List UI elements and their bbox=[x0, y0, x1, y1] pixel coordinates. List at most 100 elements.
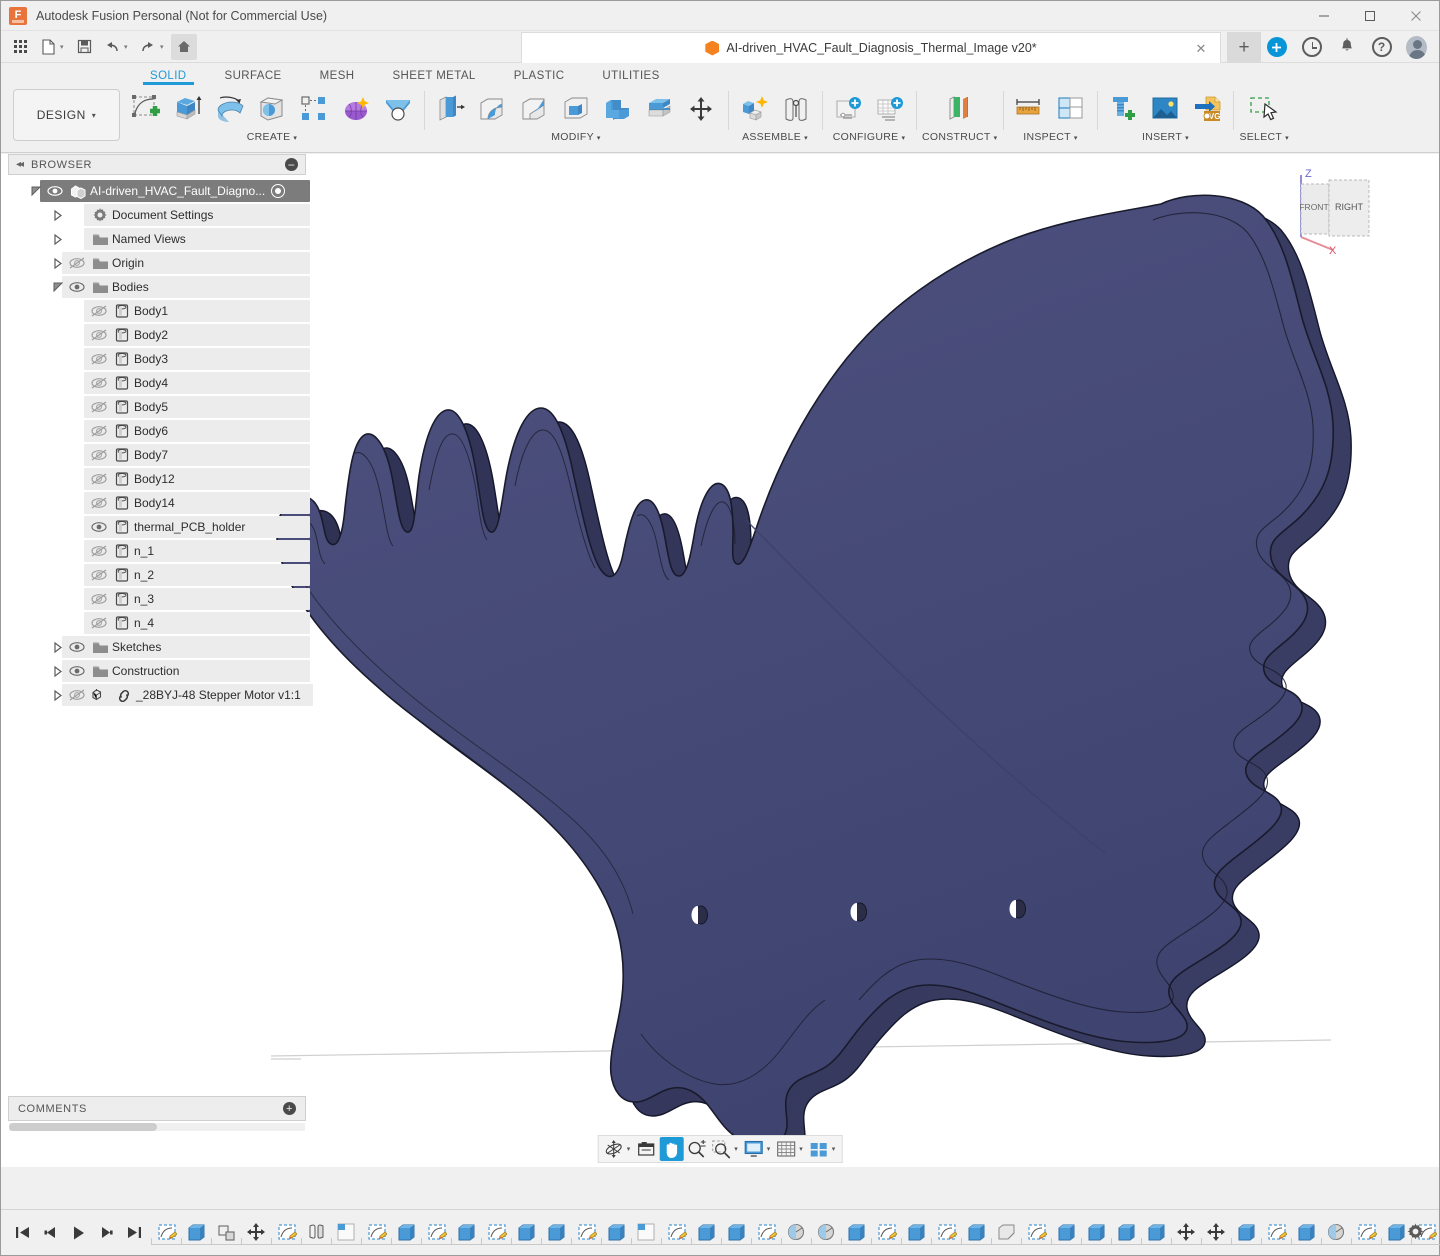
job-status-clock-icon[interactable] bbox=[1301, 37, 1322, 58]
timeline-feature-extrude[interactable] bbox=[721, 1218, 751, 1248]
pattern-icon[interactable] bbox=[294, 88, 334, 130]
notifications-bell-icon[interactable] bbox=[1336, 37, 1357, 58]
grid-settings-icon[interactable] bbox=[774, 1137, 798, 1161]
browser-horizontal-scrollbar[interactable] bbox=[9, 1123, 305, 1131]
timeline-feature-sketch[interactable] bbox=[151, 1218, 181, 1248]
timeline-feature-extrude[interactable] bbox=[601, 1218, 631, 1248]
revolve-icon[interactable] bbox=[210, 88, 250, 130]
document-tab[interactable]: AI-driven_HVAC_Fault_Diagnosis_Thermal_I… bbox=[521, 32, 1221, 63]
timeline-feature-sketch[interactable] bbox=[751, 1218, 781, 1248]
tree-node-n-3[interactable]: n_3 bbox=[8, 587, 310, 611]
combine-icon[interactable] bbox=[598, 88, 638, 130]
maximize-button[interactable] bbox=[1347, 1, 1393, 31]
create-sketch-icon[interactable] bbox=[126, 88, 166, 130]
loft-icon[interactable] bbox=[378, 88, 418, 130]
timeline-feature-sketch[interactable] bbox=[1351, 1218, 1381, 1248]
browser-minimize-icon[interactable]: − bbox=[285, 158, 298, 171]
visibility-eye-off-icon[interactable] bbox=[88, 449, 110, 461]
timeline-feature-sketch[interactable] bbox=[1261, 1218, 1291, 1248]
visibility-eye-icon[interactable] bbox=[88, 521, 110, 533]
visibility-eye-off-icon[interactable] bbox=[88, 401, 110, 413]
timeline-go-to-end-button[interactable] bbox=[125, 1223, 143, 1243]
timeline-feature-sketch[interactable] bbox=[661, 1218, 691, 1248]
timeline-feature-move-copy[interactable] bbox=[241, 1218, 271, 1248]
tree-node-body6[interactable]: Body6 bbox=[8, 419, 310, 443]
timeline-feature-extrude[interactable] bbox=[691, 1218, 721, 1248]
timeline-feature-sketch[interactable] bbox=[271, 1218, 301, 1248]
ribbon-group-modify-label[interactable]: MODIFY ▾ bbox=[551, 131, 600, 146]
ribbon-group-insert-label[interactable]: INSERT ▾ bbox=[1142, 131, 1189, 146]
timeline-feature-extrude[interactable] bbox=[1291, 1218, 1321, 1248]
tree-node-body5[interactable]: Body5 bbox=[8, 395, 310, 419]
tree-node-named-views[interactable]: Named Views bbox=[8, 227, 310, 251]
visibility-eye-off-icon[interactable] bbox=[88, 329, 110, 341]
timeline-step-back-button[interactable] bbox=[41, 1223, 59, 1243]
timeline-feature-sketch[interactable] bbox=[421, 1218, 451, 1248]
visibility-eye-icon[interactable] bbox=[44, 185, 66, 197]
tree-node-construction[interactable]: Construction bbox=[8, 659, 310, 683]
expand-arrow-icon[interactable] bbox=[50, 209, 66, 221]
grid-settings-caret-icon[interactable]: ▾ bbox=[799, 1145, 806, 1153]
timeline-feature-chamfer[interactable] bbox=[991, 1218, 1021, 1248]
ribbon-group-construct-label[interactable]: CONSTRUCT ▾ bbox=[922, 131, 997, 146]
insert-mcmaster-icon[interactable] bbox=[1103, 88, 1143, 130]
viewports-icon[interactable] bbox=[807, 1137, 831, 1161]
visibility-eye-off-icon[interactable] bbox=[88, 425, 110, 437]
tree-node-body4[interactable]: Body4 bbox=[8, 371, 310, 395]
section-analysis-icon[interactable] bbox=[1051, 88, 1091, 130]
tree-node-n-4[interactable]: n_4 bbox=[8, 611, 310, 635]
expand-arrow-icon[interactable] bbox=[50, 257, 66, 269]
visibility-eye-off-icon[interactable] bbox=[66, 689, 88, 701]
timeline-feature-sketch[interactable] bbox=[1021, 1218, 1051, 1248]
timeline-feature-extrude[interactable] bbox=[1111, 1218, 1141, 1248]
comments-panel[interactable]: COMMENTS + bbox=[8, 1096, 306, 1121]
insert-image-icon[interactable] bbox=[1145, 88, 1185, 130]
tree-node-body14[interactable]: Body14 bbox=[8, 491, 310, 515]
visibility-eye-off-icon[interactable] bbox=[88, 593, 110, 605]
timeline-step-forward-button[interactable] bbox=[97, 1223, 115, 1243]
timeline-feature-sketch[interactable] bbox=[481, 1218, 511, 1248]
shell-icon[interactable] bbox=[556, 88, 596, 130]
app-grid-icon[interactable] bbox=[7, 34, 33, 60]
visibility-eye-off-icon[interactable] bbox=[88, 497, 110, 509]
save-icon[interactable] bbox=[71, 34, 97, 60]
undo-icon[interactable] bbox=[99, 34, 125, 60]
tab-plastic[interactable]: PLASTIC bbox=[495, 70, 584, 85]
timeline-feature-extrude[interactable] bbox=[901, 1218, 931, 1248]
timeline-feature-construction-plane[interactable] bbox=[331, 1218, 361, 1248]
display-settings-icon[interactable] bbox=[742, 1137, 766, 1161]
chamfer-icon[interactable] bbox=[514, 88, 554, 130]
visibility-eye-off-icon[interactable] bbox=[88, 377, 110, 389]
timeline-feature-extrude[interactable] bbox=[511, 1218, 541, 1248]
timeline-play-button[interactable] bbox=[69, 1223, 87, 1243]
collapse-arrow-icon[interactable] bbox=[50, 282, 66, 293]
pan-icon[interactable] bbox=[659, 1137, 684, 1161]
timeline-feature-sketch[interactable] bbox=[571, 1218, 601, 1248]
timeline-settings-gear-icon[interactable] bbox=[1406, 1222, 1425, 1246]
select-window-icon[interactable] bbox=[1244, 88, 1284, 130]
configuration-table-icon[interactable] bbox=[870, 88, 910, 130]
tree-node-body12[interactable]: Body12 bbox=[8, 467, 310, 491]
timeline-feature-extrude[interactable] bbox=[1051, 1218, 1081, 1248]
redo-icon[interactable] bbox=[135, 34, 161, 60]
timeline-feature-extrude[interactable] bbox=[1231, 1218, 1261, 1248]
new-tab-button[interactable]: + bbox=[1227, 32, 1261, 63]
collapse-arrow-icon[interactable] bbox=[28, 186, 44, 197]
expand-arrow-icon[interactable] bbox=[50, 233, 66, 245]
browser-collapse-icon[interactable]: ◂◂ bbox=[16, 159, 24, 170]
new-document-icon[interactable] bbox=[35, 34, 61, 60]
look-at-icon[interactable] bbox=[634, 1137, 658, 1161]
visibility-eye-off-icon[interactable] bbox=[88, 305, 110, 317]
configuration-icon[interactable] bbox=[828, 88, 868, 130]
zoom-icon[interactable] bbox=[684, 1137, 708, 1161]
form-icon[interactable] bbox=[336, 88, 376, 130]
new-component-icon[interactable] bbox=[734, 88, 774, 130]
viewports-caret-icon[interactable]: ▾ bbox=[832, 1145, 839, 1153]
ribbon-group-inspect-label[interactable]: INSPECT ▾ bbox=[1023, 131, 1077, 146]
visibility-eye-off-icon[interactable] bbox=[66, 257, 88, 269]
timeline-feature-revolve[interactable] bbox=[811, 1218, 841, 1248]
close-button[interactable] bbox=[1393, 1, 1439, 31]
tree-node-n-1[interactable]: n_1 bbox=[8, 539, 310, 563]
insert-svg-icon[interactable]: SVG bbox=[1187, 88, 1227, 130]
orbit-caret-icon[interactable]: ▾ bbox=[627, 1145, 634, 1153]
